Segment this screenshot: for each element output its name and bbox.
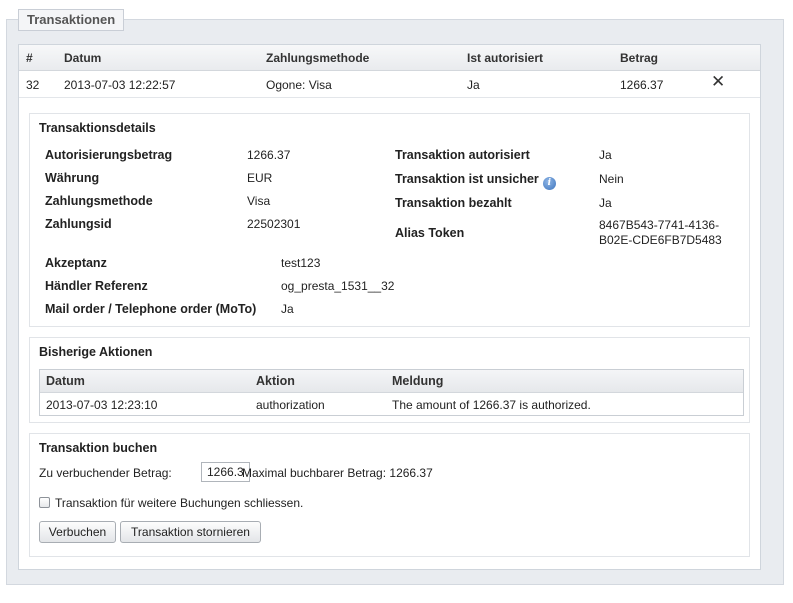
detail-label-uncertain: Transaktion ist unsicher i xyxy=(395,172,556,190)
detail-value-currency: EUR xyxy=(247,171,273,185)
history-row-message: The amount of 1266.37 is authorized. xyxy=(392,398,591,412)
col-header-date: Datum xyxy=(64,51,102,65)
history-col-date: Datum xyxy=(46,374,85,388)
detail-label-auth-amount: Autorisierungsbetrag xyxy=(45,148,173,162)
col-header-amount: Betrag xyxy=(620,51,659,65)
row-date: 2013-07-03 12:22:57 xyxy=(64,78,176,92)
detail-value-alias-token-line2: B02E-CDE6FB7D5483 xyxy=(599,233,722,247)
history-col-message: Meldung xyxy=(392,374,444,388)
history-table: Datum Aktion Meldung 2013-07-03 12:23:10… xyxy=(39,369,744,416)
history-table-header: Datum Aktion Meldung xyxy=(40,370,743,393)
max-amount-text: Maximal buchbarer Betrag: 1266.37 xyxy=(242,466,433,480)
row-method: Ogone: Visa xyxy=(266,78,332,92)
row-authorized: Ja xyxy=(467,78,480,92)
book-button[interactable]: Verbuchen xyxy=(39,521,116,543)
detail-label-payment-id: Zahlungsid xyxy=(45,217,112,231)
table-row[interactable]: 32 2013-07-03 12:22:57 Ogone: Visa Ja 12… xyxy=(19,70,760,98)
close-transaction-label[interactable]: Transaktion für weitere Buchungen schlie… xyxy=(55,496,303,510)
detail-value-acceptance: test123 xyxy=(281,256,321,270)
fieldset-legend: Transaktionen xyxy=(18,9,125,31)
detail-value-payment-id: 22502301 xyxy=(247,217,301,231)
detail-label-paid: Transaktion bezahlt xyxy=(395,196,512,210)
detail-value-uncertain: Nein xyxy=(599,172,624,186)
detail-label-payment-method: Zahlungsmethode xyxy=(45,194,153,208)
details-title: Transaktionsdetails xyxy=(39,121,156,135)
history-row-action: authorization xyxy=(256,398,325,412)
history-title: Bisherige Aktionen xyxy=(39,345,153,359)
detail-value-merchant-ref: og_presta_1531__32 xyxy=(281,279,395,293)
detail-value-moto: Ja xyxy=(281,302,294,316)
transactions-table-header: # Datum Zahlungsmethode Ist autorisiert … xyxy=(19,45,760,71)
detail-value-auth-amount: 1266.37 xyxy=(247,148,291,162)
history-row-date: 2013-07-03 12:23:10 xyxy=(46,398,158,412)
close-transaction-checkbox[interactable] xyxy=(39,497,50,508)
info-icon[interactable]: i xyxy=(542,177,556,190)
col-header-authorized: Ist autorisiert xyxy=(467,51,544,65)
detail-value-authorized: Ja xyxy=(599,148,612,162)
detail-label-currency: Währung xyxy=(45,171,100,185)
history-box: Bisherige Aktionen Datum Aktion Meldung … xyxy=(29,337,750,423)
history-col-action: Aktion xyxy=(256,374,295,388)
cancel-transaction-button[interactable]: Transaktion stornieren xyxy=(120,521,261,543)
detail-label-acceptance: Akzeptanz xyxy=(45,256,107,270)
row-id: 32 xyxy=(26,78,40,92)
detail-value-paid: Ja xyxy=(599,196,612,210)
row-amount: 1266.37 xyxy=(620,78,664,92)
detail-label-moto: Mail order / Telephone order (MoTo) xyxy=(45,302,257,316)
detail-value-payment-method: Visa xyxy=(247,194,271,208)
col-header-id: # xyxy=(26,51,33,65)
transaction-details-box: Transaktionsdetails Autorisierungsbetrag… xyxy=(29,113,750,327)
close-icon[interactable]: ✕ xyxy=(711,72,725,92)
transactions-panel: # Datum Zahlungsmethode Ist autorisiert … xyxy=(18,44,761,570)
detail-label-authorized: Transaktion autorisiert xyxy=(395,148,530,162)
detail-label-alias-token: Alias Token xyxy=(395,226,465,240)
col-header-method: Zahlungsmethode xyxy=(266,51,370,65)
booking-box: Transaktion buchen Zu verbuchender Betra… xyxy=(29,433,750,557)
detail-value-alias-token-line1: 8467B543-7741-4136- xyxy=(599,218,720,232)
detail-label-merchant-ref: Händler Referenz xyxy=(45,279,148,293)
detail-label-uncertain-text: Transaktion ist unsicher xyxy=(395,172,539,186)
amount-label: Zu verbuchender Betrag: xyxy=(39,466,172,480)
booking-title: Transaktion buchen xyxy=(39,441,158,455)
